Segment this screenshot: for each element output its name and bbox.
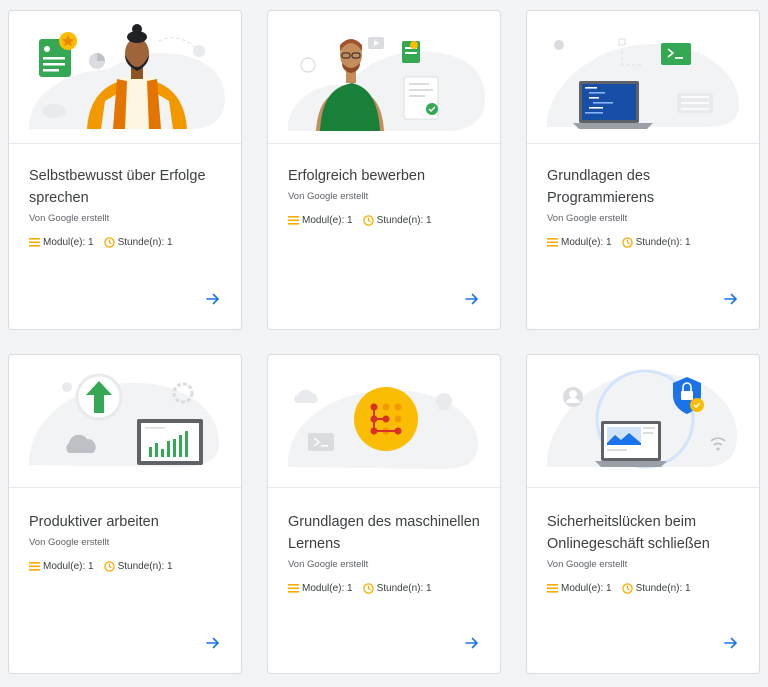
clock-icon xyxy=(362,583,374,594)
modules-info: Modul(e): 1 xyxy=(29,237,94,248)
course-author: Von Google erstellt xyxy=(288,559,369,570)
clock-icon xyxy=(621,237,633,248)
modules-count: Modul(e): 1 xyxy=(302,583,353,594)
clock-icon xyxy=(103,237,115,248)
course-card-selbstbewusst[interactable]: Selbstbewusst über Erfolge sprechen Von … xyxy=(8,10,242,330)
clock-icon xyxy=(362,215,374,226)
arrow-right-icon[interactable] xyxy=(723,291,739,307)
course-author: Von Google erstellt xyxy=(29,213,110,224)
hours-count: Stunde(n): 1 xyxy=(376,215,432,226)
course-card-maschinelles-lernen[interactable]: Grundlagen des maschinellen Lernens Von … xyxy=(267,354,501,674)
hours-info: Stunde(n): 1 xyxy=(621,237,691,248)
course-card-produktiver[interactable]: Produktiver arbeiten Von Google erstellt… xyxy=(8,354,242,674)
hours-count: Stunde(n): 1 xyxy=(117,237,173,248)
course-card-sicherheitsluecken[interactable]: Sicherheitslücken beim Onlinegeschäft sc… xyxy=(526,354,760,674)
hours-info: Stunde(n): 1 xyxy=(103,561,173,572)
course-illustration-laptop-code xyxy=(527,11,759,144)
modules-count: Modul(e): 1 xyxy=(302,215,353,226)
course-meta: Modul(e): 1 Stunde(n): 1 xyxy=(29,237,225,248)
course-title[interactable]: Grundlagen des Programmierens xyxy=(547,165,743,209)
hours-info: Stunde(n): 1 xyxy=(103,237,173,248)
course-author: Von Google erstellt xyxy=(547,559,628,570)
course-title[interactable]: Erfolgreich bewerben xyxy=(288,165,484,187)
course-illustration-person-applying xyxy=(268,11,500,144)
modules-count: Modul(e): 1 xyxy=(43,561,94,572)
course-title[interactable]: Selbstbewusst über Erfolge sprechen xyxy=(29,165,225,209)
arrow-right-icon[interactable] xyxy=(205,635,221,651)
course-meta: Modul(e): 1 Stunde(n): 1 xyxy=(547,583,743,594)
arrow-right-icon[interactable] xyxy=(205,291,221,307)
modules-count: Modul(e): 1 xyxy=(561,237,612,248)
course-card-bewerben[interactable]: Erfolgreich bewerben Von Google erstellt… xyxy=(267,10,501,330)
course-author: Von Google erstellt xyxy=(547,213,628,224)
modules-list-icon xyxy=(288,584,299,593)
course-author: Von Google erstellt xyxy=(29,537,110,548)
course-title[interactable]: Grundlagen des maschinellen Lernens xyxy=(288,511,484,555)
course-meta: Modul(e): 1 Stunde(n): 1 xyxy=(288,215,484,226)
course-title[interactable]: Produktiver arbeiten xyxy=(29,511,225,533)
hours-count: Stunde(n): 1 xyxy=(635,583,691,594)
modules-info: Modul(e): 1 xyxy=(547,583,612,594)
hours-info: Stunde(n): 1 xyxy=(362,215,432,226)
course-illustration-person-confident xyxy=(9,11,241,144)
modules-info: Modul(e): 1 xyxy=(29,561,94,572)
hours-info: Stunde(n): 1 xyxy=(621,583,691,594)
hours-count: Stunde(n): 1 xyxy=(635,237,691,248)
course-meta: Modul(e): 1 Stunde(n): 1 xyxy=(288,583,484,594)
course-meta: Modul(e): 1 Stunde(n): 1 xyxy=(29,561,225,572)
course-illustration-productivity-tablet xyxy=(9,355,241,488)
course-meta: Modul(e): 1 Stunde(n): 1 xyxy=(547,237,743,248)
modules-count: Modul(e): 1 xyxy=(43,237,94,248)
clock-icon xyxy=(103,561,115,572)
arrow-right-icon[interactable] xyxy=(464,635,480,651)
modules-count: Modul(e): 1 xyxy=(561,583,612,594)
course-grid: Selbstbewusst über Erfolge sprechen Von … xyxy=(0,0,768,687)
modules-info: Modul(e): 1 xyxy=(547,237,612,248)
clock-icon xyxy=(621,583,633,594)
modules-info: Modul(e): 1 xyxy=(288,215,353,226)
course-title[interactable]: Sicherheitslücken beim Onlinegeschäft sc… xyxy=(547,511,743,555)
modules-list-icon xyxy=(288,216,299,225)
arrow-right-icon[interactable] xyxy=(723,635,739,651)
arrow-right-icon[interactable] xyxy=(464,291,480,307)
hours-count: Stunde(n): 1 xyxy=(117,561,173,572)
hours-count: Stunde(n): 1 xyxy=(376,583,432,594)
course-author: Von Google erstellt xyxy=(288,191,369,202)
course-illustration-machine-learning xyxy=(268,355,500,488)
modules-list-icon xyxy=(547,238,558,247)
modules-list-icon xyxy=(29,562,40,571)
course-illustration-security-laptop xyxy=(527,355,759,488)
modules-list-icon xyxy=(29,238,40,247)
hours-info: Stunde(n): 1 xyxy=(362,583,432,594)
modules-list-icon xyxy=(547,584,558,593)
course-card-programmieren[interactable]: Grundlagen des Programmierens Von Google… xyxy=(526,10,760,330)
modules-info: Modul(e): 1 xyxy=(288,583,353,594)
